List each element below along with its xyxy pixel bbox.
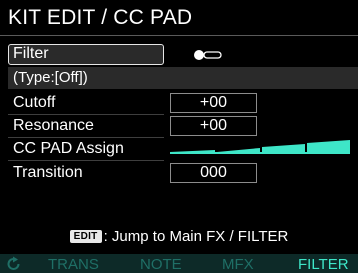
tab-trans[interactable]: TRANS	[48, 256, 99, 273]
resonance-value[interactable]: +00	[170, 116, 257, 136]
cc-pad-assign-graph[interactable]	[170, 138, 350, 154]
tab-note[interactable]: NOTE	[140, 256, 182, 273]
param-label-transition: Transition	[13, 164, 83, 181]
edit-hint-text: : Jump to Main FX / FILTER	[103, 228, 289, 245]
edit-button-badge: EDIT	[69, 230, 102, 243]
toggle-switch-icon[interactable]	[193, 49, 223, 61]
title-divider	[0, 35, 358, 36]
edit-hint: EDIT: Jump to Main FX / FILTER	[0, 228, 358, 245]
row-divider	[8, 114, 164, 115]
tab-filter[interactable]: FILTER	[298, 256, 349, 273]
param-label-cc-pad-assign: CC PAD Assign	[13, 140, 124, 157]
filter-label: Filter	[13, 45, 49, 62]
cutoff-value[interactable]: +00	[170, 93, 257, 113]
row-divider	[8, 160, 164, 161]
param-label-cutoff: Cutoff	[13, 94, 56, 111]
row-divider	[8, 137, 164, 138]
tab-mfx[interactable]: MFX	[222, 256, 254, 273]
screen: KIT EDIT / CC PAD Filter (Type:[Off]) Cu…	[0, 0, 358, 273]
filter-type-label: (Type:[Off])	[13, 69, 88, 86]
page-title: KIT EDIT / CC PAD	[8, 6, 193, 29]
back-arrow-icon[interactable]	[6, 256, 22, 272]
param-label-resonance: Resonance	[13, 117, 94, 134]
transition-value[interactable]: 000	[170, 163, 257, 183]
